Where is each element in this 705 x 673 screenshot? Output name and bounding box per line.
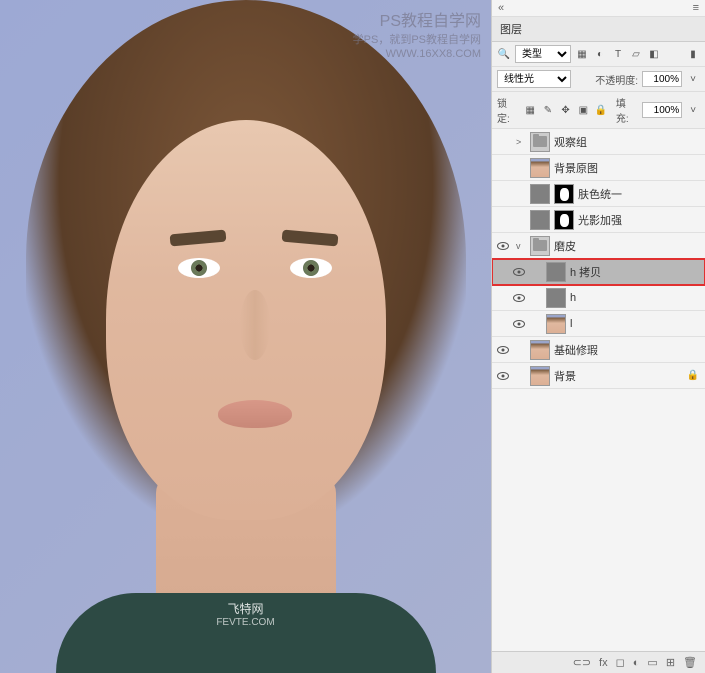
layer-name[interactable]: 基础修瑕 [554,342,598,358]
collapse-icon[interactable]: « [498,2,504,14]
layer-row[interactable]: h 拷贝 [492,259,705,285]
watermark-bottom-line1: 飞特网 [216,600,274,617]
fill-label: 填充: [616,95,638,125]
layers-panel: « ≡ 图层 🔍 类型 ▦ ◐ T ▱ ◧ ▮ 线性光 不透明度: ˅ 锁定: … [491,0,705,673]
search-icon[interactable]: 🔍 [497,47,511,61]
filter-type-icon[interactable]: T [611,47,625,61]
link-layers-icon[interactable]: ⊂⊃ [573,656,591,669]
opacity-label: 不透明度: [595,72,638,87]
eye-icon [497,346,509,354]
filter-pixel-icon[interactable]: ▦ [575,47,589,61]
lock-icon: 🔒 [687,370,699,381]
fx-icon[interactable]: fx [599,657,608,669]
layer-thumbnail[interactable] [530,132,550,152]
watermark-top: PS教程自学网 学PS，就到PS教程自学网 WWW.16XX8.COM [353,12,481,61]
new-group-icon[interactable]: ▭ [647,656,657,669]
lock-pos-icon[interactable]: ✥ [559,103,573,117]
layer-name[interactable]: l [570,318,572,330]
layer-row[interactable]: l [492,311,705,337]
lock-bar: 锁定: ▦ ✎ ✥ ▣ 🔒 填充: ˅ [492,92,705,129]
visibility-toggle[interactable] [494,341,512,359]
panel-menu-icon[interactable]: ≡ [693,2,699,14]
lock-trans-icon[interactable]: ▦ [523,103,537,117]
layer-name[interactable]: 肤色统一 [578,186,622,202]
lock-all-icon[interactable]: 🔒 [594,103,608,117]
lock-label: 锁定: [497,95,519,125]
mask-thumbnail[interactable] [554,210,574,230]
layer-thumbnail[interactable] [530,366,550,386]
new-adjust-icon[interactable]: ◐ [633,657,640,669]
watermark-top-line3: WWW.16XX8.COM [353,47,481,61]
layer-row[interactable]: v 磨皮 [492,233,705,259]
layer-name[interactable]: 背景原图 [554,160,598,176]
layer-thumbnail[interactable] [530,340,550,360]
layer-name[interactable]: 磨皮 [554,238,576,254]
filter-shape-icon[interactable]: ▱ [629,47,643,61]
layer-thumbnail[interactable] [530,210,550,230]
eye-icon [513,320,525,328]
layer-name[interactable]: 背景 [554,368,576,384]
layer-row[interactable]: h [492,285,705,311]
canvas-viewport[interactable]: PS教程自学网 学PS，就到PS教程自学网 WWW.16XX8.COM 飞特网 … [0,0,491,673]
layer-thumbnail[interactable] [546,288,566,308]
layer-name[interactable]: h 拷贝 [570,264,601,280]
visibility-toggle[interactable] [494,211,512,229]
panel-tab-layers[interactable]: 图层 [492,17,705,42]
layer-row[interactable]: 基础修瑕 [492,337,705,363]
filter-toggle-icon[interactable]: ▮ [686,47,700,61]
layer-row[interactable]: 肤色统一 [492,181,705,207]
visibility-toggle[interactable] [494,133,512,151]
eye-icon [513,294,525,302]
layer-row[interactable]: > 观察组 [492,129,705,155]
lock-nest-icon[interactable]: ▣ [576,103,590,117]
layer-name[interactable]: h [570,292,576,304]
eye-icon [497,242,509,250]
layer-thumbnail[interactable] [546,262,566,282]
panel-top-bar: « ≡ [492,0,705,17]
layer-thumbnail[interactable] [530,236,550,256]
lock-paint-icon[interactable]: ✎ [541,103,555,117]
panel-bottom-bar: ⊂⊃ fx ◻ ◐ ▭ ⊞ 🗑 [492,651,705,673]
visibility-toggle[interactable] [510,263,528,281]
filter-adjust-icon[interactable]: ◐ [593,47,607,61]
eye-icon [497,372,509,380]
add-mask-icon[interactable]: ◻ [616,656,625,669]
visibility-toggle[interactable] [510,289,528,307]
layer-row[interactable]: 背景 🔒 [492,363,705,389]
mask-thumbnail[interactable] [554,184,574,204]
opacity-chevron-icon[interactable]: ˅ [686,72,700,86]
eye-icon [513,268,525,276]
visibility-toggle[interactable] [494,185,512,203]
disclosure-triangle[interactable]: > [516,137,526,147]
layer-thumbnail[interactable] [530,158,550,178]
watermark-top-line1: PS教程自学网 [353,12,481,33]
watermark-top-line2: 学PS，就到PS教程自学网 [353,33,481,47]
layer-thumbnail[interactable] [546,314,566,334]
layer-thumbnail[interactable] [530,184,550,204]
watermark-bottom-line2: FEVTE.COM [216,617,274,628]
visibility-toggle[interactable] [494,159,512,177]
layer-name[interactable]: 光影加强 [578,212,622,228]
blend-mode-select[interactable]: 线性光 [497,70,571,88]
opacity-input[interactable] [642,71,682,87]
visibility-toggle[interactable] [494,237,512,255]
layer-row[interactable]: 背景原图 [492,155,705,181]
fill-input[interactable] [642,102,682,118]
new-layer-icon[interactable]: ⊞ [666,656,675,669]
layer-list: > 观察组背景原图肤色统一光影加强 v 磨皮 h 拷贝 h l 基础修瑕背景 🔒 [492,129,705,651]
layer-name[interactable]: 观察组 [554,134,587,150]
blend-bar: 线性光 不透明度: ˅ [492,67,705,92]
watermark-bottom: 飞特网 FEVTE.COM [216,600,274,628]
visibility-toggle[interactable] [510,315,528,333]
delete-layer-icon[interactable]: 🗑 [683,656,697,669]
kind-filter-select[interactable]: 类型 [515,45,571,63]
disclosure-triangle[interactable]: v [516,241,526,251]
filter-bar: 🔍 类型 ▦ ◐ T ▱ ◧ ▮ [492,42,705,67]
filter-smart-icon[interactable]: ◧ [647,47,661,61]
visibility-toggle[interactable] [494,367,512,385]
fill-chevron-icon[interactable]: ˅ [686,103,700,117]
layer-row[interactable]: 光影加强 [492,207,705,233]
portrait-image [0,0,491,673]
